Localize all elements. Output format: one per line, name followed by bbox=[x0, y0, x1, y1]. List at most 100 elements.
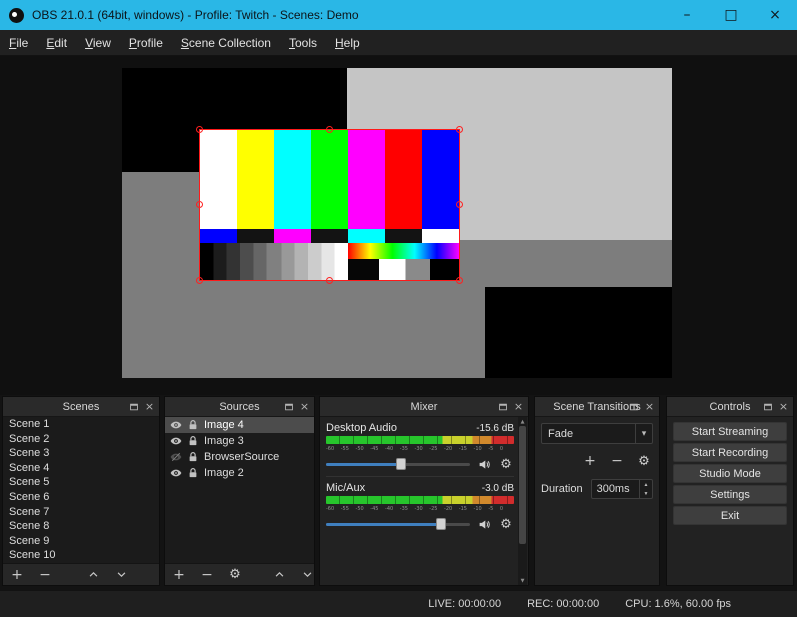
transition-select[interactable]: Fade ▾ bbox=[541, 423, 653, 444]
selection-handle[interactable] bbox=[196, 126, 203, 133]
source-row[interactable]: Image 4 bbox=[165, 417, 314, 433]
sources-dock-titlebar[interactable]: Sources × bbox=[165, 397, 314, 417]
maximize-button[interactable]: □ bbox=[709, 0, 753, 30]
dock-float-button[interactable] bbox=[627, 400, 640, 413]
selection-handle[interactable] bbox=[456, 277, 463, 284]
scene-list-item[interactable]: Scene 1 bbox=[3, 417, 159, 432]
add-scene-button[interactable]: + bbox=[10, 566, 24, 584]
scene-list-item[interactable]: Scene 6 bbox=[3, 490, 159, 505]
dock-close-button[interactable]: × bbox=[143, 400, 156, 413]
remove-source-button[interactable]: − bbox=[200, 566, 214, 584]
selection-handle[interactable] bbox=[326, 126, 333, 133]
spin-down-button[interactable]: ▼ bbox=[640, 489, 652, 498]
scene-list-item[interactable]: Scene 5 bbox=[3, 475, 159, 490]
eye-off-icon[interactable] bbox=[170, 451, 182, 463]
minimize-button[interactable]: – bbox=[665, 0, 709, 30]
chevron-down-icon: ▾ bbox=[635, 424, 652, 443]
start-recording-button[interactable]: Start Recording bbox=[673, 443, 787, 462]
exit-button[interactable]: Exit bbox=[673, 506, 787, 525]
scene-list-item[interactable]: Scene 7 bbox=[3, 505, 159, 520]
eye-icon[interactable] bbox=[170, 419, 182, 431]
selection-handle[interactable] bbox=[326, 277, 333, 284]
scene-list-item[interactable]: Scene 4 bbox=[3, 461, 159, 476]
selection-handle[interactable] bbox=[196, 277, 203, 284]
add-source-button[interactable]: + bbox=[172, 566, 186, 584]
remove-transition-button[interactable]: − bbox=[610, 452, 624, 470]
move-scene-down-button[interactable] bbox=[114, 566, 128, 584]
source-row[interactable]: BrowserSource bbox=[165, 449, 314, 465]
transition-properties-button[interactable]: ⚙ bbox=[637, 452, 651, 470]
selection-handle[interactable] bbox=[456, 126, 463, 133]
spin-up-button[interactable]: ▲ bbox=[640, 480, 652, 489]
menu-profile[interactable]: Profile bbox=[120, 30, 172, 55]
slider-handle[interactable] bbox=[436, 518, 446, 530]
lock-icon[interactable] bbox=[187, 467, 199, 479]
dock-close-button[interactable]: × bbox=[298, 400, 311, 413]
scroll-down-icon[interactable]: ▼ bbox=[518, 576, 527, 585]
dock-close-button[interactable]: × bbox=[777, 400, 790, 413]
close-icon: × bbox=[145, 400, 154, 413]
dock-float-button[interactable] bbox=[282, 400, 295, 413]
dock-close-button[interactable]: × bbox=[643, 400, 656, 413]
mute-button[interactable] bbox=[476, 456, 492, 472]
minimize-icon: – bbox=[684, 7, 691, 23]
settings-button[interactable]: Settings bbox=[673, 485, 787, 504]
eye-icon[interactable] bbox=[170, 467, 182, 479]
source-name: Image 4 bbox=[204, 419, 244, 431]
move-scene-up-button[interactable] bbox=[86, 566, 100, 584]
source-properties-button[interactable]: ⚙ bbox=[228, 566, 242, 584]
menu-help[interactable]: Help bbox=[326, 30, 369, 55]
volume-slider[interactable] bbox=[326, 517, 470, 531]
menu-scene-collection[interactable]: Scene Collection bbox=[172, 30, 280, 55]
window-title: OBS 21.0.1 (64bit, windows) - Profile: T… bbox=[32, 8, 359, 22]
menu-file[interactable]: File bbox=[0, 30, 37, 55]
studio-mode-button[interactable]: Studio Mode bbox=[673, 464, 787, 483]
lock-icon[interactable] bbox=[187, 435, 199, 447]
float-icon bbox=[129, 402, 139, 412]
selection-handle[interactable] bbox=[456, 201, 463, 208]
eye-icon[interactable] bbox=[170, 435, 182, 447]
selection-outline[interactable] bbox=[199, 129, 460, 281]
scenes-dock-titlebar[interactable]: Scenes × bbox=[3, 397, 159, 417]
dock-float-button[interactable] bbox=[496, 400, 509, 413]
remove-scene-button[interactable]: − bbox=[38, 566, 52, 584]
lock-icon[interactable] bbox=[187, 419, 199, 431]
plus-icon: + bbox=[584, 453, 596, 469]
source-row[interactable]: Image 3 bbox=[165, 433, 314, 449]
menu-edit[interactable]: Edit bbox=[37, 30, 76, 55]
mixer-channel: Mic/Aux -3.0 dB -60 -55 -50 -45 -40 -35 … bbox=[326, 482, 514, 532]
channel-settings-button[interactable]: ⚙ bbox=[498, 516, 514, 532]
move-source-up-button[interactable] bbox=[272, 566, 286, 584]
scene-list-item[interactable]: Scene 10 bbox=[3, 548, 159, 563]
slider-handle[interactable] bbox=[396, 458, 406, 470]
close-button[interactable]: × bbox=[753, 0, 797, 30]
volume-slider[interactable] bbox=[326, 457, 470, 471]
mixer-scrollbar[interactable]: ▲ ▼ bbox=[518, 417, 527, 585]
start-streaming-button[interactable]: Start Streaming bbox=[673, 422, 787, 441]
gear-icon: ⚙ bbox=[500, 517, 512, 532]
scene-list-item[interactable]: Scene 2 bbox=[3, 432, 159, 447]
mute-button[interactable] bbox=[476, 516, 492, 532]
duration-spinbox[interactable]: 300ms ▲ ▼ bbox=[591, 479, 653, 499]
controls-dock-titlebar[interactable]: Controls × bbox=[667, 397, 793, 417]
scene-list-item[interactable]: Scene 9 bbox=[3, 534, 159, 549]
scene-list-item[interactable]: Scene 3 bbox=[3, 446, 159, 461]
scroll-up-icon[interactable]: ▲ bbox=[518, 417, 527, 426]
dock-float-button[interactable] bbox=[127, 400, 140, 413]
move-source-down-button[interactable] bbox=[300, 566, 314, 584]
triangle-down-icon: ▼ bbox=[644, 491, 649, 497]
add-transition-button[interactable]: + bbox=[583, 452, 597, 470]
menu-tools[interactable]: Tools bbox=[280, 30, 326, 55]
dock-close-button[interactable]: × bbox=[512, 400, 525, 413]
titlebar[interactable]: OBS 21.0.1 (64bit, windows) - Profile: T… bbox=[0, 0, 797, 30]
lock-icon[interactable] bbox=[187, 451, 199, 463]
transitions-dock-titlebar[interactable]: Scene Transitions × bbox=[535, 397, 659, 417]
scrollbar-thumb[interactable] bbox=[519, 426, 526, 544]
scene-list-item[interactable]: Scene 8 bbox=[3, 519, 159, 534]
menu-view[interactable]: View bbox=[76, 30, 120, 55]
source-row[interactable]: Image 2 bbox=[165, 465, 314, 481]
mixer-dock-titlebar[interactable]: Mixer × bbox=[320, 397, 528, 417]
selection-handle[interactable] bbox=[196, 201, 203, 208]
dock-float-button[interactable] bbox=[761, 400, 774, 413]
channel-settings-button[interactable]: ⚙ bbox=[498, 456, 514, 472]
